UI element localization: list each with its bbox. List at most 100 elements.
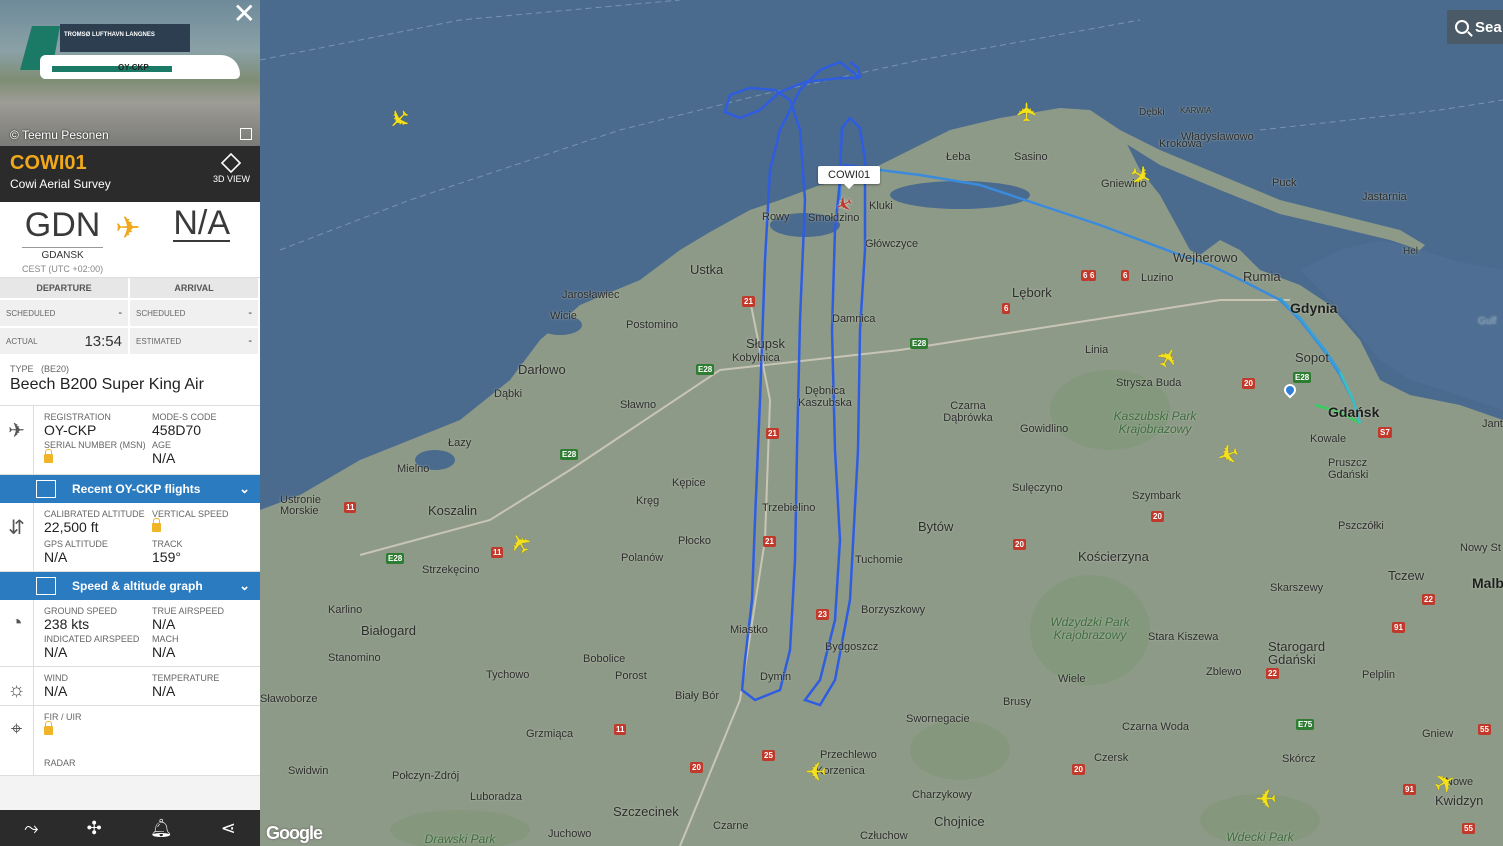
gps-alt-value: N/A [44, 549, 68, 565]
chevron-down-icon: ⌄ [239, 578, 250, 593]
place-label: Sławoborze [260, 693, 318, 705]
place-label: Ustronie Morskie [280, 494, 321, 517]
mach-value: N/A [152, 644, 176, 660]
calendar-icon [36, 480, 56, 498]
3d-view-label: 3D VIEW [212, 174, 250, 184]
aircraft-photo[interactable]: TROMSØ LUFTHAVN LANGNES OY-CKP © Teemu P… [0, 0, 260, 146]
road-shield: S7 [1378, 427, 1392, 438]
place-label: Tczew [1388, 568, 1425, 583]
arr-estimated: ESTIMATED - [130, 328, 260, 356]
arr-estimated-label: ESTIMATED [136, 336, 182, 346]
place-label: Łeba [946, 151, 971, 163]
destination-code: N/A [173, 204, 230, 242]
flight-titlebar: COWI01 Cowi Aerial Survey 3D VIEW [0, 146, 260, 202]
place-label: Damnica [832, 313, 876, 325]
place-label: Koszalin [428, 503, 478, 518]
photo-credit: © Teemu Pesonen [10, 128, 109, 142]
road-shield: 55 [1462, 823, 1475, 834]
departure-header: DEPARTURE [0, 278, 130, 300]
place-label: Biały Bór [675, 690, 720, 702]
aircraft-icon[interactable]: ✈ [805, 756, 827, 786]
registration-label: REGISTRATION [44, 412, 111, 422]
road-shield: 91 [1392, 622, 1405, 633]
place-label: Malb [1472, 575, 1503, 591]
weather-section: ☼ WIND N/A TEMPERATURE N/A [0, 667, 260, 706]
road-shield: E75 [1296, 719, 1315, 730]
road-shield: 11 [614, 724, 627, 735]
place-label: Sławno [620, 399, 657, 411]
google-logo: Google [266, 823, 323, 843]
dep-actual: ACTUAL 13:54 [0, 328, 130, 356]
gs-label: GROUND SPEED [44, 606, 118, 616]
road-shield: 6 [1088, 270, 1097, 281]
place-label: Pelplin [1362, 669, 1396, 681]
place-label: Darłowo [518, 362, 566, 377]
road-shield: 6 [1121, 270, 1130, 281]
aircraft-icon: ✈ [0, 406, 34, 474]
gs-value: 238 kts [44, 616, 90, 632]
arr-scheduled-value: - [248, 307, 252, 319]
origin-city: GDANSK [22, 247, 104, 261]
photo-hangar-text: TROMSØ LUFTHAVN LANGNES [64, 32, 155, 38]
place-label: Sulęczyno [1012, 482, 1063, 494]
place-label: Wicie [550, 310, 577, 322]
bell-icon[interactable]: 🔔︎ [150, 818, 173, 839]
place-label: Swornegacie [906, 713, 970, 725]
flight-map[interactable]: Łeba Sasino Dębki KARWIA Władysławowo Kr… [260, 0, 1503, 846]
aircraft-icon[interactable]: ✈ [1012, 101, 1042, 123]
place-label: Jarosławiec [562, 289, 620, 301]
lock-icon[interactable] [152, 518, 161, 532]
close-icon[interactable]: ✕ [233, 0, 256, 28]
place-label: Rowy [762, 211, 790, 223]
wind-value: N/A [44, 683, 68, 699]
place-label: Pszczółki [1338, 520, 1384, 532]
speed-altitude-graph-bar[interactable]: Speed & altitude graph ⌄ [0, 572, 260, 600]
place-label: Strzekęcino [422, 564, 480, 576]
3d-view-button[interactable]: 3D VIEW [212, 152, 250, 184]
photo-aircraft-stripe [52, 66, 172, 72]
place-label: Sasino [1014, 151, 1048, 163]
dep-scheduled: SCHEDULED - [0, 300, 130, 328]
place-label: Zblewo [1206, 666, 1242, 678]
place-label: Polanów [621, 552, 664, 564]
temp-label: TEMPERATURE [152, 673, 220, 683]
road-shield: 20 [1013, 539, 1026, 550]
lock-icon[interactable] [44, 449, 53, 463]
speed-section: ◔ GROUND SPEED 238 kts TRUE AIRSPEED N/A I… [0, 600, 260, 667]
origin-airport[interactable]: GDN GDANSK CEST (UTC +02:00) [22, 206, 104, 274]
place-label: Łazy [448, 437, 472, 449]
follow-icon[interactable]: ✣ [87, 818, 102, 839]
times-table: DEPARTURE ARRIVAL SCHEDULED - SCHEDULED … [0, 278, 260, 356]
arrival-header: ARRIVAL [130, 278, 260, 300]
radar-icon: ⌖ [0, 706, 34, 775]
route-icon[interactable]: ⤳ [24, 818, 38, 839]
external-link-icon[interactable] [240, 128, 252, 140]
place-label: Skarszewy [1270, 582, 1324, 594]
place-label: Strysza Buda [1116, 377, 1182, 389]
recent-flights-bar[interactable]: Recent OY-CKP flights ⌄ [0, 475, 260, 503]
road-shield: 23 [816, 609, 829, 620]
road-shield: 11 [491, 547, 504, 558]
graph-label: Speed & altitude graph [72, 579, 203, 593]
type-label: TYPE [10, 364, 34, 374]
road-shield: E28 [910, 338, 929, 349]
place-label: Kowale [1310, 433, 1347, 445]
tas-label: TRUE AIRSPEED [152, 606, 225, 616]
aircraft-type: TYPE (BE20) Beech B200 Super King Air [0, 356, 260, 406]
lock-icon[interactable] [44, 721, 53, 735]
place-label: Gulf [1478, 316, 1497, 327]
speedometer-icon: ◔ [0, 600, 34, 666]
aircraft-icon[interactable]: ✈ [1255, 783, 1277, 813]
graph-icon [36, 577, 56, 595]
place-label: Kępice [672, 477, 706, 489]
road-shield: 20 [1072, 764, 1085, 775]
share-icon[interactable]: ⋖ [221, 818, 236, 839]
place-label: Kluki [869, 200, 893, 212]
gps-alt-label: GPS ALTITUDE [44, 539, 108, 549]
place-label: Tychowo [486, 669, 530, 681]
cube-icon [221, 152, 242, 174]
park-label: Wdecki Park [1226, 830, 1294, 844]
ias-label: INDICATED AIRSPEED [44, 634, 140, 644]
search-button[interactable]: Sea [1447, 10, 1503, 44]
age-value: N/A [152, 450, 176, 466]
